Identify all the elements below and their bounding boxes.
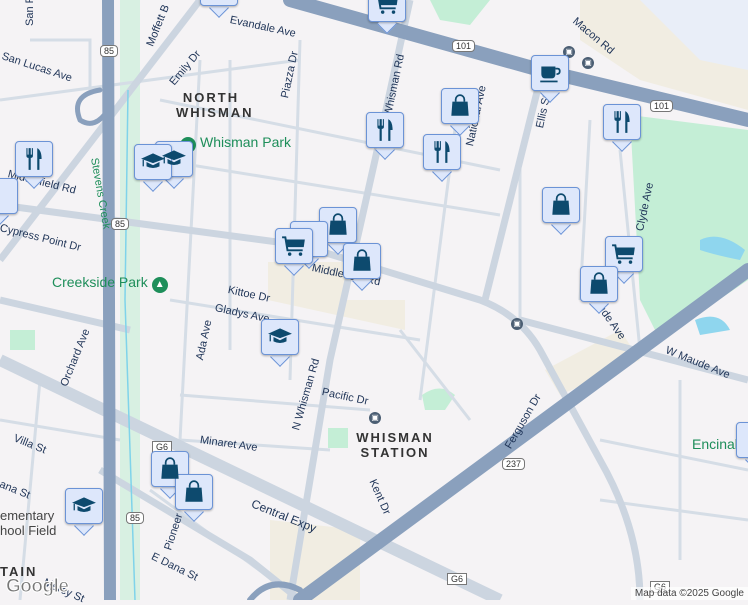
shopping-bag-icon (325, 212, 351, 238)
restaurant-marker[interactable] (366, 112, 404, 160)
whisman-park[interactable]: ▲Whisman Park (180, 134, 291, 153)
street-label: San P (24, 0, 36, 26)
g6-shield: G6 (447, 573, 468, 585)
shopping-bag-icon (447, 93, 473, 119)
shopping-bag-icon (586, 271, 612, 297)
school-marker[interactable] (65, 488, 103, 536)
transit-station-icon[interactable]: ▣ (511, 318, 523, 330)
map-canvas[interactable] (0, 0, 748, 600)
cart-icon (611, 241, 637, 267)
cafe-marker[interactable] (531, 55, 569, 103)
restaurant-marker[interactable] (603, 104, 641, 152)
grocery-marker[interactable] (368, 0, 406, 34)
ellis-st (481, 79, 544, 301)
route-85-shield: 85 (111, 218, 130, 230)
google-logo: Google (5, 576, 69, 598)
route-85-shield: 85 (126, 512, 145, 524)
shopping-marker[interactable] (542, 187, 580, 235)
restaurant-marker[interactable] (15, 141, 53, 189)
route-85-shield: 85 (100, 45, 119, 57)
cart-icon (374, 0, 400, 17)
cart-icon (281, 233, 307, 259)
transit-station-icon[interactable]: ▣ (582, 57, 594, 69)
route-237-shield: 237 (502, 458, 526, 470)
ca-85 (102, 0, 116, 600)
restaurant-icon (21, 146, 47, 172)
tree-icon: ▲ (151, 277, 168, 293)
shopping-bag-icon (349, 248, 375, 274)
shopping-bag-icon (548, 192, 574, 218)
restaurant-icon (429, 139, 455, 165)
shopping-bag-icon (157, 456, 183, 482)
school-icon (140, 149, 166, 175)
area-label-whisman-station: WHISMAN STATION (356, 430, 434, 460)
restaurant-marker[interactable] (423, 134, 461, 182)
shopping-bag-icon (181, 479, 207, 505)
school-icon (71, 493, 97, 519)
shopping-marker[interactable] (441, 88, 479, 136)
route-101-shield: 101 (452, 40, 476, 52)
area-label-north-whisman: NORTH WHISMAN (176, 90, 254, 120)
creekside-park[interactable]: Creekside Park ▲ (52, 274, 168, 293)
shopping-marker[interactable] (580, 266, 618, 314)
encinal-park[interactable]: Encinal (692, 436, 738, 452)
school-icon (267, 324, 293, 350)
coffee-cup-icon (537, 60, 563, 86)
elementary-school-field[interactable]: ementary hool Field (0, 508, 56, 538)
school-marker[interactable] (261, 319, 299, 367)
shopping-marker[interactable] (175, 474, 213, 522)
map-attribution[interactable]: Map data ©2025 Google (630, 587, 748, 600)
shopping-marker[interactable] (343, 243, 381, 291)
grocery-marker[interactable] (275, 228, 313, 276)
transit-station-icon[interactable]: ▣ (369, 412, 381, 424)
place-marker-partial[interactable] (200, 0, 238, 18)
restaurant-icon (609, 109, 635, 135)
place-marker-partial[interactable] (736, 422, 748, 470)
route-101-shield: 101 (650, 100, 674, 112)
restaurant-icon (372, 117, 398, 143)
